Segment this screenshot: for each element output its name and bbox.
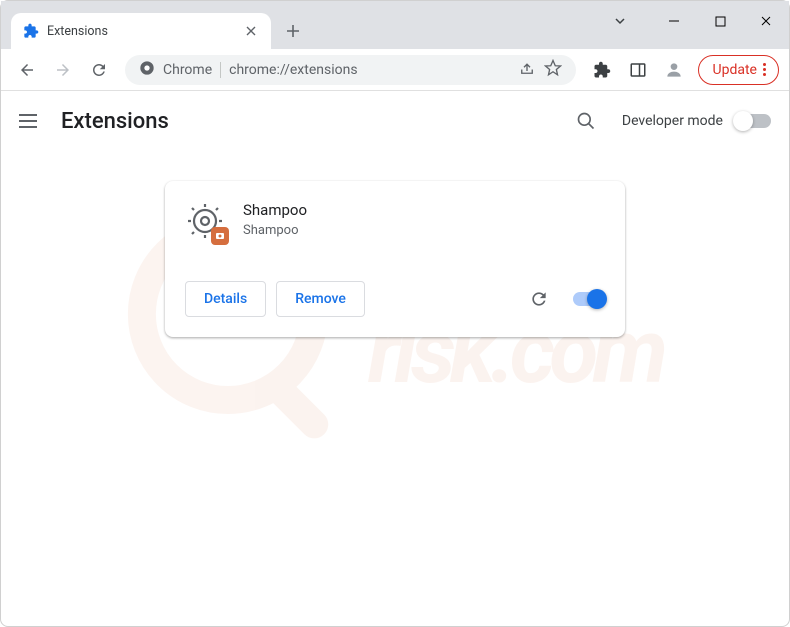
minimize-button[interactable] <box>651 1 697 41</box>
extension-card: Shampoo Shampoo Details Remove <box>165 181 625 337</box>
developer-mode-toggle[interactable] <box>735 114 771 128</box>
tab-title: Extensions <box>47 24 243 39</box>
developer-mode-label: Developer mode <box>622 113 723 129</box>
forward-button[interactable] <box>47 54 79 86</box>
sidebar-icon[interactable] <box>622 54 654 86</box>
extension-enable-toggle[interactable] <box>573 292 605 306</box>
maximize-button[interactable] <box>697 1 743 41</box>
remove-button[interactable]: Remove <box>276 281 365 317</box>
page-title: Extensions <box>61 109 169 134</box>
extension-app-icon <box>185 201 225 241</box>
profile-icon[interactable] <box>658 54 690 86</box>
omnibox-url: chrome://extensions <box>229 62 509 78</box>
extensions-icon[interactable] <box>586 54 618 86</box>
search-icon[interactable] <box>568 103 604 139</box>
extension-description: Shampoo <box>243 223 307 238</box>
menu-dots-icon <box>763 63 766 76</box>
chevron-down-icon[interactable] <box>597 1 643 41</box>
window-controls <box>597 1 789 41</box>
menu-icon[interactable] <box>19 109 43 133</box>
details-button[interactable]: Details <box>185 281 266 317</box>
extension-badge-icon <box>211 227 229 245</box>
address-bar[interactable]: Chrome chrome://extensions <box>125 55 576 85</box>
close-tab-icon[interactable] <box>243 23 259 39</box>
developer-mode: Developer mode <box>622 113 771 129</box>
reload-button[interactable] <box>83 54 115 86</box>
update-label: Update <box>713 62 757 78</box>
chrome-logo-icon <box>139 60 155 80</box>
titlebar: Extensions <box>1 1 789 49</box>
bookmark-icon[interactable] <box>544 59 562 81</box>
back-button[interactable] <box>11 54 43 86</box>
omnibox-label: Chrome <box>163 62 212 78</box>
browser-tab[interactable]: Extensions <box>11 13 271 49</box>
extension-name: Shampoo <box>243 201 307 219</box>
content-area: Shampoo Shampoo Details Remove <box>1 151 789 337</box>
update-button[interactable]: Update <box>698 55 779 85</box>
page-header: Extensions Developer mode <box>1 91 789 151</box>
navigation-toolbar: Chrome chrome://extensions Update <box>1 49 789 91</box>
close-window-button[interactable] <box>743 1 789 41</box>
extension-icon <box>23 23 39 39</box>
new-tab-button[interactable] <box>279 17 307 45</box>
reload-extension-icon[interactable] <box>523 283 555 315</box>
share-icon[interactable] <box>518 59 536 81</box>
